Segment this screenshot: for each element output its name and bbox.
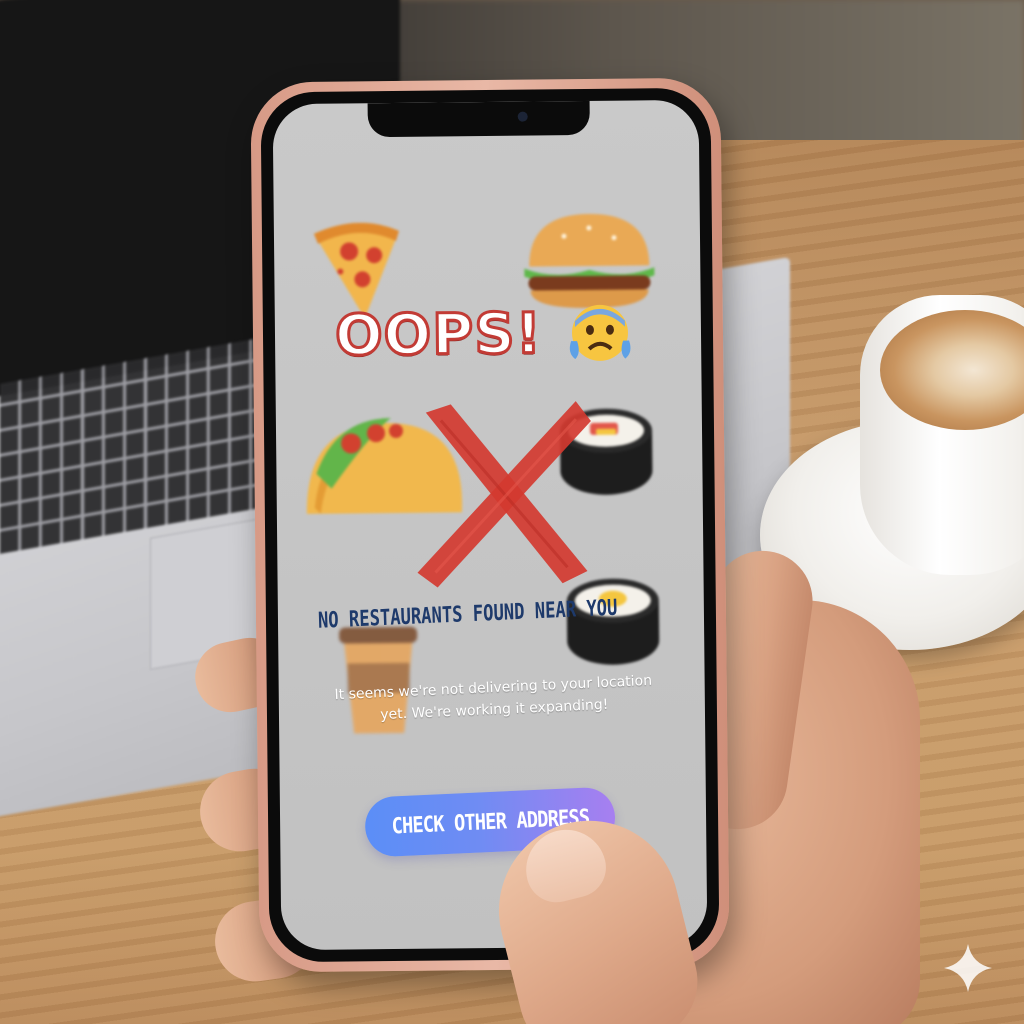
- photo-scene: OOPS! NO RESTAURANTS FOUND NEAR YOU It s…: [0, 0, 1024, 1024]
- phone-notch: [367, 100, 590, 138]
- smartphone: OOPS! NO RESTAURANTS FOUND NEAR YOU It s…: [250, 77, 730, 973]
- phone-screen: OOPS! NO RESTAURANTS FOUND NEAR YOU It s…: [272, 99, 708, 951]
- sparkle-icon: [944, 944, 992, 992]
- x-mark-icon: [417, 401, 591, 588]
- anxious-face-icon: [569, 304, 631, 361]
- no-restaurants-headline: NO RESTAURANTS FOUND NEAR YOU: [317, 595, 618, 634]
